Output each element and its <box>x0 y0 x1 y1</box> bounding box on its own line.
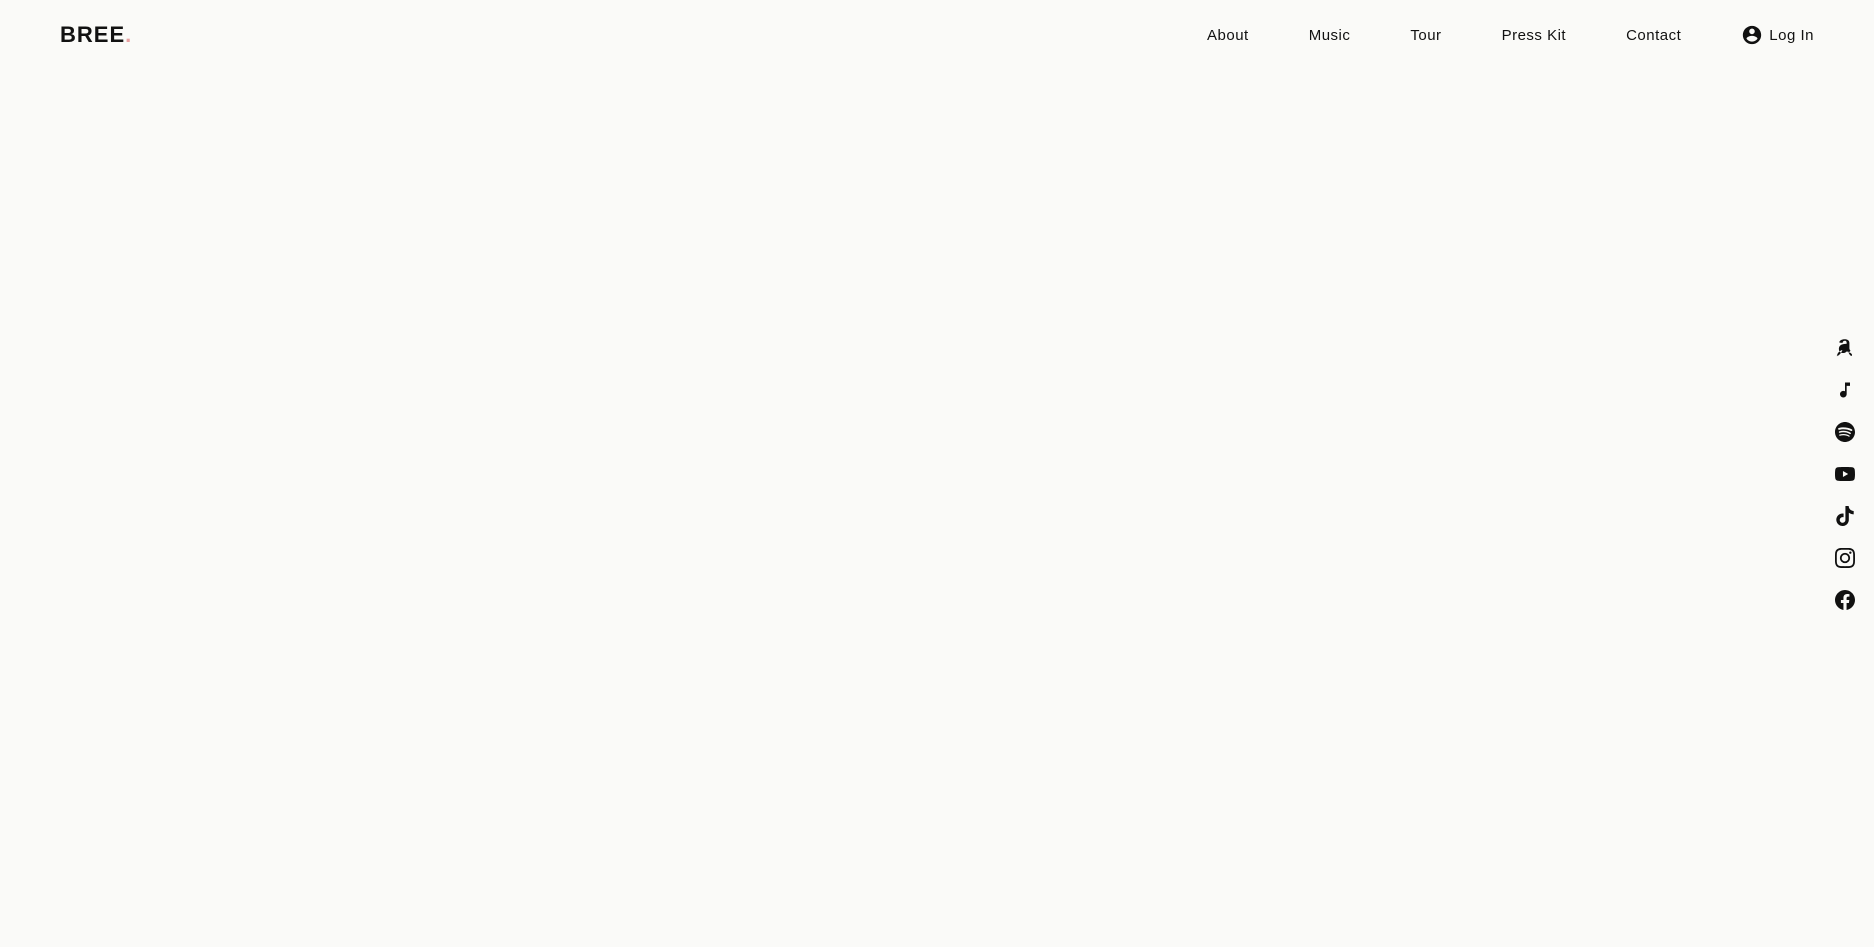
nav-item-tour[interactable]: Tour <box>1410 27 1441 44</box>
nav-item-about[interactable]: About <box>1207 27 1249 44</box>
spotify-icon[interactable] <box>1834 421 1856 443</box>
apple-music-icon[interactable] <box>1834 379 1856 401</box>
login-button[interactable]: Log In <box>1741 24 1814 46</box>
account-circle-icon <box>1741 24 1763 46</box>
facebook-icon[interactable] <box>1834 589 1856 611</box>
social-sidebar <box>1834 337 1856 611</box>
logo-dot: . <box>125 22 132 48</box>
logo-text: BREE <box>60 22 125 48</box>
site-logo[interactable]: BREE. <box>60 22 132 48</box>
tiktok-icon[interactable] <box>1834 505 1856 527</box>
instagram-icon[interactable] <box>1834 547 1856 569</box>
youtube-icon[interactable] <box>1834 463 1856 485</box>
nav-item-music[interactable]: Music <box>1309 27 1351 44</box>
site-header: BREE. About Music Tour Press Kit Contact… <box>0 0 1874 70</box>
nav-item-contact[interactable]: Contact <box>1626 27 1681 44</box>
login-label: Log In <box>1769 27 1814 44</box>
nav-item-press-kit[interactable]: Press Kit <box>1502 27 1567 44</box>
amazon-music-icon[interactable] <box>1834 337 1856 359</box>
main-nav: About Music Tour Press Kit Contact Log I… <box>1207 24 1814 46</box>
main-content <box>0 70 1874 947</box>
